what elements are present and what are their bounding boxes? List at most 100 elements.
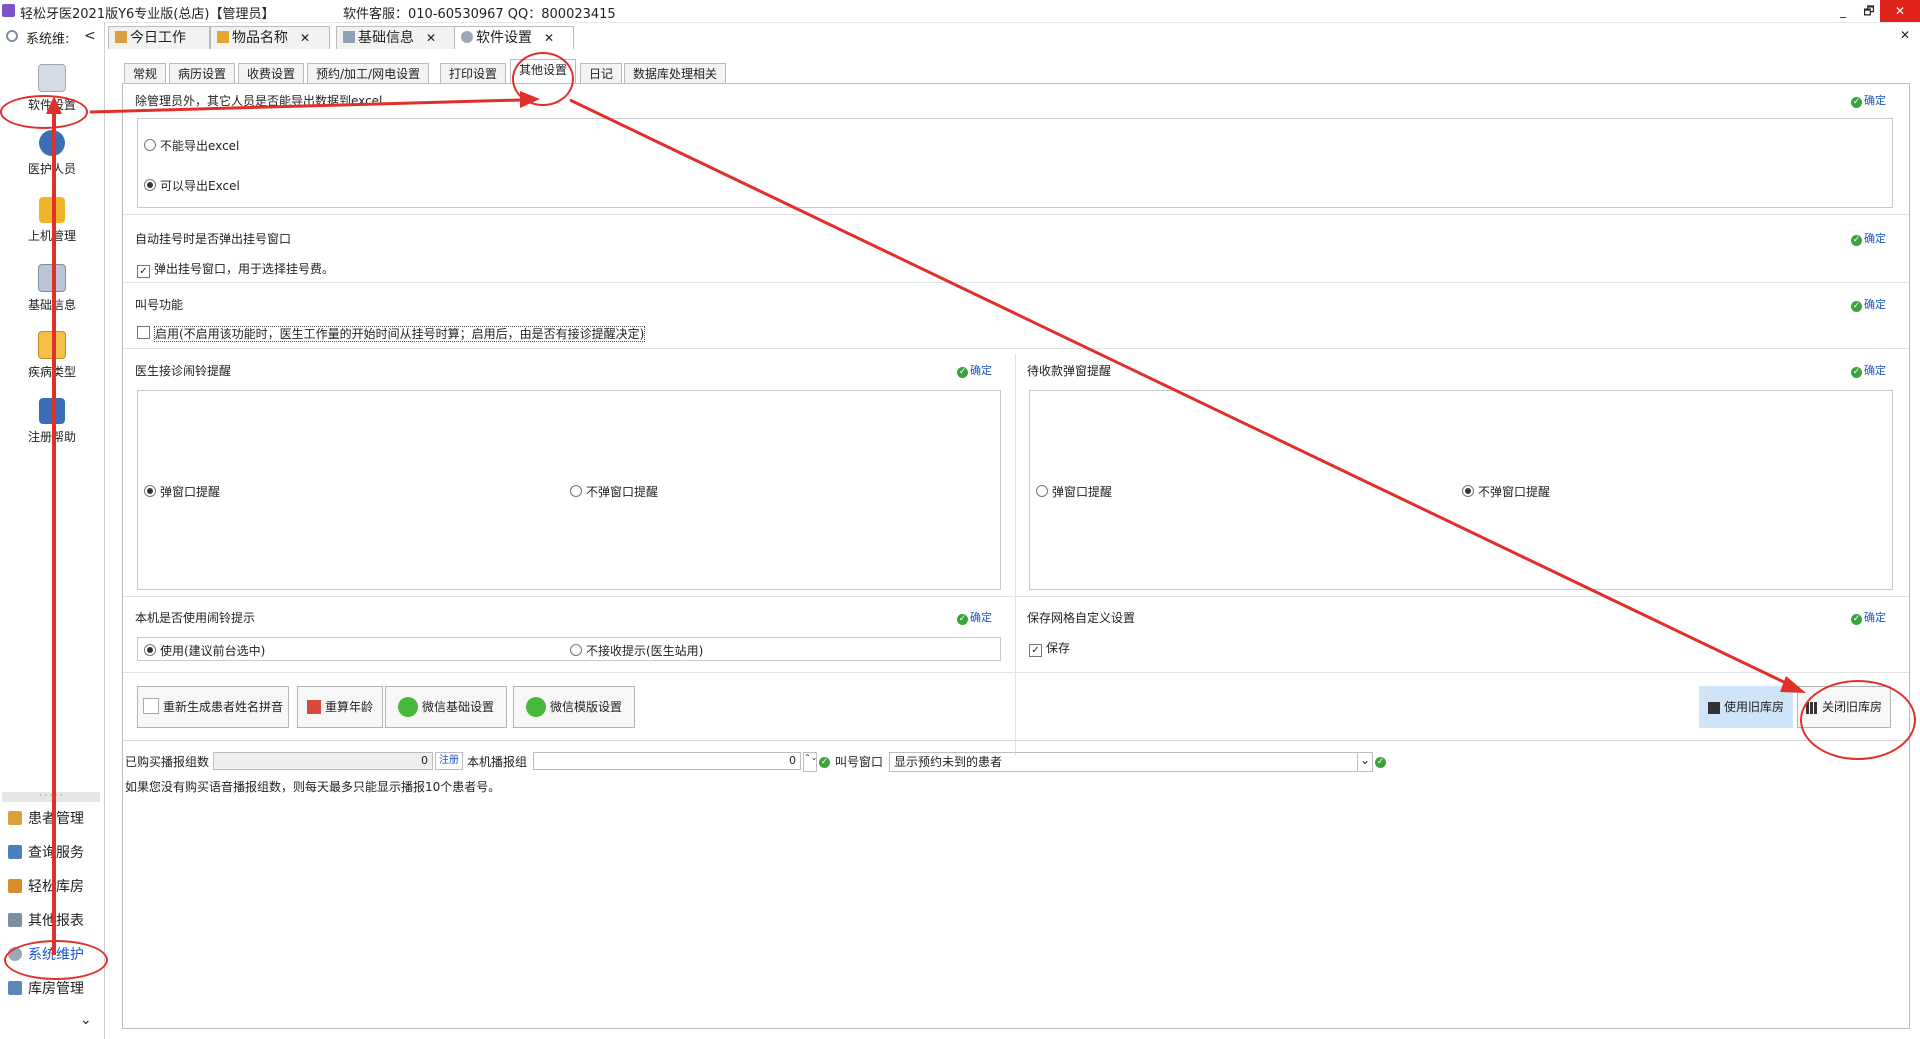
confirm-label: 确定	[1864, 611, 1886, 624]
subtab-diary[interactable]: 日记	[580, 63, 623, 85]
tab-close-icon[interactable]: ✕	[544, 31, 554, 45]
sidebar-item-disease-types[interactable]: 疾病类型	[2, 331, 102, 380]
subtab-medical-record[interactable]: 病历设置	[169, 63, 236, 85]
wechat-icon	[525, 697, 546, 717]
window-title: 轻松牙医2021版Y6专业版(总店)【管理员】	[20, 7, 275, 22]
radio-alarm-use[interactable]: 使用(建议前台选中)	[144, 642, 265, 659]
annotation-circle-system-maintenance	[4, 940, 108, 980]
sidebar-item-login-management[interactable]: 上机管理	[2, 197, 102, 244]
checkbox-enable-call-number[interactable]: 启用(不启用该功能时，医生工作量的开始时间从挂号时算；启用后，由是否有接诊提醒决…	[137, 325, 646, 342]
confirm-call-window-button[interactable]: ✓	[1375, 754, 1388, 768]
warehouse-icon	[1707, 702, 1720, 714]
sidebar-scroll-down-button[interactable]: ⌄	[80, 1012, 92, 1028]
radio-doctor-popup[interactable]: 弹窗口提醒	[144, 483, 220, 500]
sidebar-item-basic-info[interactable]: 基础信息	[2, 264, 102, 313]
regenerate-pinyin-button[interactable]: 重新生成患者姓名拼音	[137, 686, 289, 728]
divider	[123, 214, 1909, 215]
sidebar-header: 系统维:	[26, 32, 70, 47]
confirm-call-number-button[interactable]: ✓ 确定	[1851, 296, 1886, 312]
tab-today-work[interactable]: 今日工作	[108, 26, 210, 49]
nav-query-service[interactable]: 查询服务	[8, 842, 84, 864]
confirm-export-button[interactable]: ✓ 确定	[1851, 92, 1886, 108]
subtab-billing[interactable]: 收费设置	[238, 63, 305, 85]
wechat-template-settings-button[interactable]: 微信模版设置	[513, 686, 635, 728]
tab-close-icon[interactable]: ✕	[300, 31, 310, 45]
subtab-database[interactable]: 数据库处理相关	[624, 63, 727, 85]
section-title-local-alarm: 本机是否使用闹铃提示	[135, 611, 256, 625]
calendar-icon	[306, 700, 321, 714]
local-broadcast-stepper[interactable]: ⌃⌄	[803, 752, 817, 772]
nav-label: 查询服务	[28, 845, 84, 861]
wechat-basic-settings-button[interactable]: 微信基础设置	[385, 686, 507, 728]
checkbox-save-grid[interactable]: ✓ 保存	[1029, 639, 1070, 657]
confirm-payment-popup-button[interactable]: ✓ 确定	[1851, 362, 1886, 378]
radio-icon	[144, 485, 156, 497]
lock-icon	[39, 197, 65, 223]
confirm-doctor-reminder-button[interactable]: ✓ 确定	[957, 362, 992, 378]
confirm-broadcast-button[interactable]: ✓	[819, 754, 832, 768]
radio-alarm-no-receive[interactable]: 不接收提示(医生站用)	[570, 642, 703, 659]
subtab-print[interactable]: 打印设置	[440, 63, 507, 85]
divider	[123, 348, 1909, 349]
nav-patient-management[interactable]: 患者管理	[8, 808, 84, 830]
subtab-general[interactable]: 常规	[124, 63, 167, 85]
radio-doctor-no-popup[interactable]: 不弹窗口提醒	[570, 483, 658, 500]
sidebar-item-medical-staff[interactable]: 医护人员	[2, 130, 102, 177]
confirm-local-alarm-button[interactable]: ✓ 确定	[957, 609, 992, 625]
radio-can-export[interactable]: 可以导出Excel	[144, 177, 240, 194]
confirm-grid-save-button[interactable]: ✓ 确定	[1851, 609, 1886, 625]
section-title-call-number: 叫号功能	[135, 298, 184, 312]
tab-item-names[interactable]: 物品名称 ✕	[210, 26, 330, 49]
annotation-circle-close-old-warehouse	[1800, 680, 1916, 760]
confirm-auto-register-button[interactable]: ✓ 确定	[1851, 230, 1886, 246]
radio-label: 不能导出excel	[160, 139, 240, 153]
chevron-down-icon[interactable]: ⌄	[1357, 752, 1372, 772]
settings-panel: 除管理员外，其它人员是否能导出数据到excel ✓ 确定 不能导出excel 可以…	[122, 83, 1910, 1029]
radio-label: 弹窗口提醒	[160, 485, 221, 499]
tab-basic-info[interactable]: 基础信息 ✕	[336, 26, 456, 49]
tab-label: 今日工作	[130, 30, 186, 46]
nav-warehouse-management[interactable]: 库房管理	[8, 978, 84, 1000]
checkbox-popup-register[interactable]: ✓ 弹出挂号窗口，用于选择挂号费。	[137, 260, 334, 278]
gear-icon	[6, 30, 18, 42]
nav-other-reports[interactable]: 其他报表	[8, 910, 84, 932]
sidebar-item-label: 基础信息	[27, 298, 76, 312]
section-title-auto-register: 自动挂号时是否弹出挂号窗口	[135, 232, 292, 246]
check-circle-icon: ✓	[957, 367, 968, 378]
call-window-select[interactable]: 显示预约未到的患者	[889, 752, 1373, 772]
checkbox-icon: ✓	[1029, 644, 1042, 657]
button-label: 微信模版设置	[549, 700, 622, 714]
check-circle-icon: ✓	[1851, 301, 1862, 312]
checkbox-icon	[137, 326, 150, 339]
register-button[interactable]: 注册	[435, 752, 463, 770]
recalculate-age-button[interactable]: 重算年龄	[297, 686, 383, 728]
use-old-warehouse-button[interactable]: 使用旧库房	[1699, 686, 1793, 728]
help-icon	[39, 398, 65, 424]
sidebar-collapse-button[interactable]: <	[84, 28, 96, 44]
radio-icon	[144, 644, 156, 656]
nav-easy-warehouse[interactable]: 轻松库房	[8, 876, 84, 898]
radio-payment-popup[interactable]: 弹窗口提醒	[1036, 483, 1112, 500]
radio-cannot-export[interactable]: 不能导出excel	[144, 137, 239, 154]
nav-label: 患者管理	[28, 811, 84, 827]
close-window-button[interactable]: ✕	[1880, 0, 1920, 22]
tab-software-settings[interactable]: 软件设置 ✕	[454, 26, 574, 49]
radio-payment-no-popup[interactable]: 不弹窗口提醒	[1462, 483, 1550, 500]
button-label: 使用旧库房	[1723, 700, 1784, 714]
divider	[123, 672, 1909, 673]
radio-label: 使用(建议前台选中)	[160, 644, 266, 658]
title-bar: 轻松牙医2021版Y6专业版(总店)【管理员】 软件客服：010-6053096…	[0, 0, 1920, 23]
sidebar-item-registration-help[interactable]: 注册帮助	[2, 398, 102, 445]
sidebar-splitter[interactable]: · · · · ·	[2, 792, 100, 802]
panel-close-button[interactable]: ✕	[1900, 28, 1910, 42]
confirm-label: 确定	[1864, 232, 1886, 245]
check-circle-icon: ✓	[819, 757, 830, 768]
local-broadcast-input[interactable]: 0	[533, 752, 801, 770]
radio-icon	[1036, 485, 1048, 497]
gear-icon	[461, 31, 473, 43]
purchased-groups-field: 0	[213, 752, 433, 770]
subtab-appointment[interactable]: 预约/加工/网电设置	[307, 63, 430, 85]
warehouse-icon	[8, 879, 22, 893]
check-circle-icon: ✓	[1851, 614, 1862, 625]
tab-close-icon[interactable]: ✕	[426, 31, 436, 45]
